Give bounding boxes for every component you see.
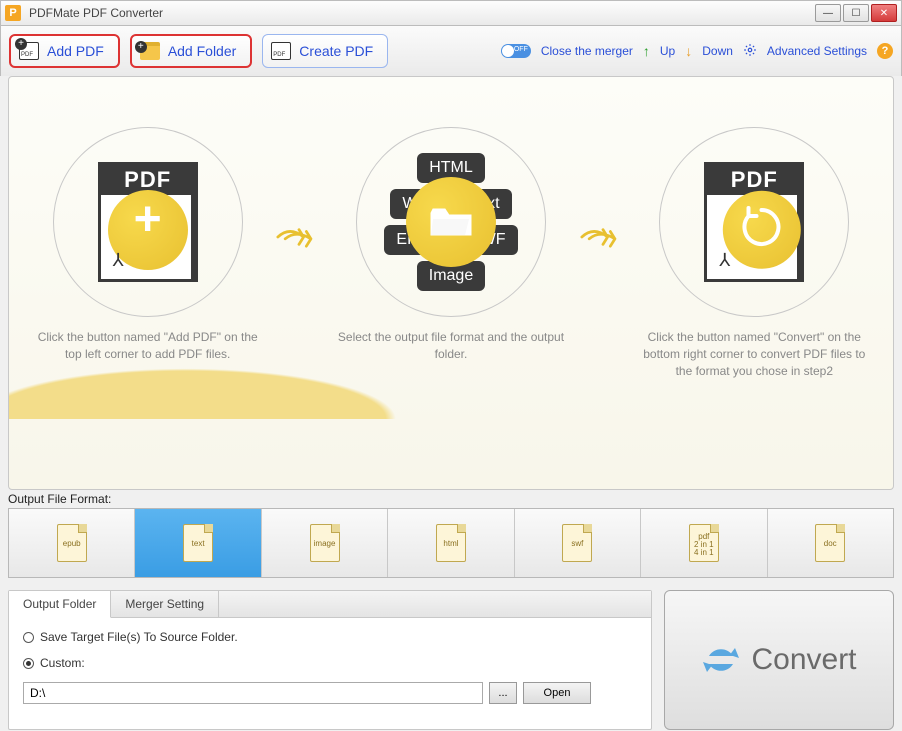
up-label[interactable]: Up: [660, 44, 675, 58]
window-title: PDFMate PDF Converter: [29, 6, 815, 20]
format-text[interactable]: text: [135, 509, 261, 577]
app-logo-icon: P: [5, 5, 21, 21]
add-pdf-label: Add PDF: [47, 43, 104, 59]
create-pdf-label: Create PDF: [299, 43, 373, 59]
help-icon[interactable]: ?: [877, 43, 893, 59]
create-pdf-icon: [271, 42, 291, 60]
minimize-button[interactable]: —: [815, 4, 841, 22]
convert-button[interactable]: Convert: [664, 590, 894, 730]
step-2: HTML WordText EPUBSWF Image Select the o…: [322, 127, 579, 363]
maximize-button[interactable]: ☐: [843, 4, 869, 22]
format-strip: epub text image html swf pdf 2 in 1 4 in…: [8, 508, 894, 578]
step-1: PDF + ⅄ Click the button named "Add PDF"…: [19, 127, 276, 363]
custom-path-input[interactable]: [23, 682, 483, 704]
arrow-icon: [276, 217, 322, 257]
close-button[interactable]: ✕: [871, 4, 897, 22]
settings-icon[interactable]: [743, 43, 757, 60]
step-3: PDF ⅄ Click the button named "Convert" o…: [626, 127, 883, 379]
output-panel: Output Folder Merger Setting Save Target…: [8, 590, 652, 730]
add-folder-icon: [140, 42, 160, 60]
merger-toggle[interactable]: [501, 44, 531, 58]
tab-output-folder[interactable]: Output Folder: [9, 591, 111, 618]
titlebar: P PDFMate PDF Converter — ☐ ✕: [0, 0, 902, 26]
browse-button[interactable]: ...: [489, 682, 517, 704]
add-folder-button[interactable]: Add Folder: [130, 34, 252, 68]
pdf-document-icon: PDF + ⅄: [98, 162, 198, 282]
instruction-panel: PDF + ⅄ Click the button named "Add PDF"…: [8, 76, 894, 490]
convert-label: Convert: [751, 643, 856, 677]
step-2-text: Select the output file format and the ou…: [322, 329, 579, 363]
tab-merger-setting[interactable]: Merger Setting: [111, 591, 219, 617]
advanced-settings-label[interactable]: Advanced Settings: [767, 44, 867, 58]
refresh-icon: [737, 202, 787, 252]
folder-center-icon: [429, 205, 473, 239]
format-swf[interactable]: swf: [515, 509, 641, 577]
format-doc[interactable]: doc: [768, 509, 893, 577]
format-epub[interactable]: epub: [9, 509, 135, 577]
output-format-label: Output File Format:: [8, 492, 902, 506]
down-arrow-icon[interactable]: ↓: [685, 43, 692, 59]
add-pdf-button[interactable]: Add PDF: [9, 34, 120, 68]
open-button[interactable]: Open: [523, 682, 591, 704]
format-html[interactable]: html: [388, 509, 514, 577]
convert-icon: [701, 640, 741, 680]
up-arrow-icon[interactable]: ↑: [643, 43, 650, 59]
add-folder-label: Add Folder: [168, 43, 236, 59]
arrow-icon: [580, 217, 626, 257]
radio-custom[interactable]: [23, 658, 34, 669]
create-pdf-button[interactable]: Create PDF: [262, 34, 388, 68]
step-3-text: Click the button named "Convert" on the …: [626, 329, 883, 379]
format-image[interactable]: image: [262, 509, 388, 577]
format-pdf-nin1[interactable]: pdf 2 in 1 4 in 1: [641, 509, 767, 577]
add-pdf-icon: [19, 42, 39, 60]
toolbar: Add PDF Add Folder Create PDF Close the …: [0, 26, 902, 76]
pdf-document-icon: PDF ⅄: [704, 162, 804, 282]
down-label[interactable]: Down: [702, 44, 733, 58]
close-merger-label[interactable]: Close the merger: [541, 44, 633, 58]
radio-save-to-source[interactable]: [23, 632, 34, 643]
save-to-source-label: Save Target File(s) To Source Folder.: [40, 630, 238, 644]
step-1-text: Click the button named "Add PDF" on the …: [19, 329, 276, 363]
custom-label: Custom:: [40, 656, 85, 670]
